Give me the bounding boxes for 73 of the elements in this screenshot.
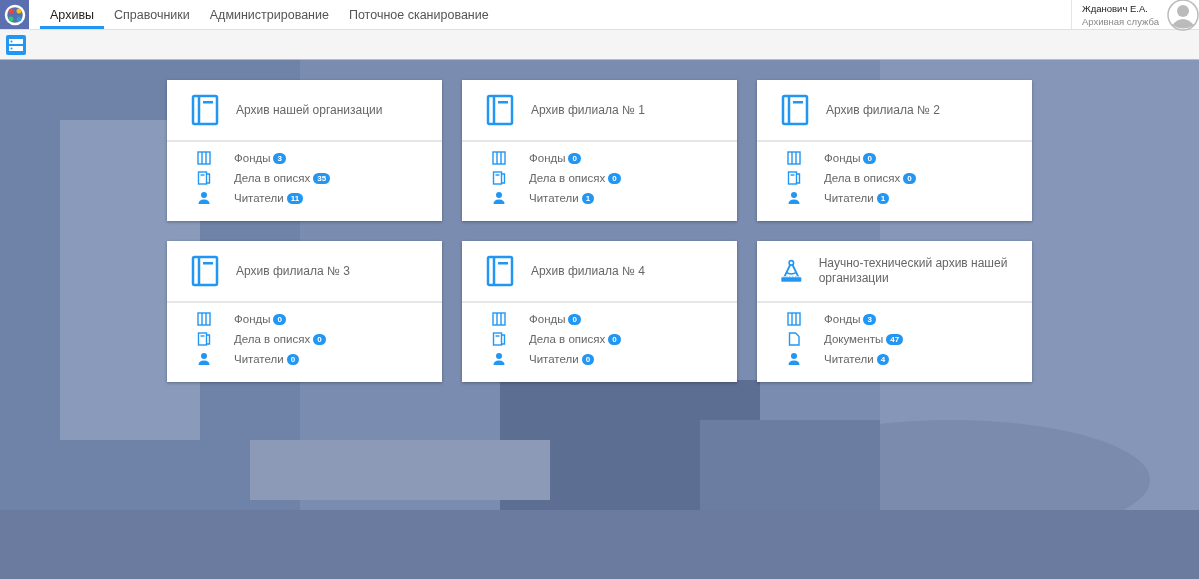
stat-label[interactable]: Дела в описях — [234, 172, 311, 184]
stat-label[interactable]: Фонды — [529, 313, 566, 325]
count-badge: 0 — [903, 172, 916, 184]
stat-label[interactable]: Читатели — [234, 192, 284, 204]
book-icon — [486, 255, 514, 287]
stat-label[interactable]: Читатели — [529, 353, 579, 365]
folder-icon — [197, 171, 211, 185]
book-icon — [486, 94, 514, 126]
shelves-icon — [492, 312, 506, 326]
shelves-icon — [492, 151, 506, 165]
count-badge: 4 — [876, 353, 890, 365]
person-icon — [787, 191, 801, 205]
stat-label[interactable]: Фонды — [529, 152, 566, 164]
count-badge: 0 — [608, 172, 621, 184]
person-icon — [787, 352, 801, 366]
server-view-button[interactable] — [6, 34, 26, 55]
folder-icon — [492, 171, 506, 185]
person-icon — [492, 352, 506, 366]
stat-label[interactable]: Документы — [824, 333, 884, 345]
count-badge: 0 — [608, 333, 621, 345]
book-icon — [191, 255, 219, 287]
count-badge: 0 — [286, 353, 300, 365]
stat-label[interactable]: Фонды — [234, 152, 271, 164]
count-badge: 47 — [886, 333, 904, 345]
user-name: Жданович Е.А. — [1081, 1, 1149, 15]
stat-label[interactable]: Читатели — [234, 353, 284, 365]
stat-label[interactable]: Дела в описях — [234, 333, 311, 345]
shelves-icon — [197, 312, 211, 326]
stat-label[interactable]: Фонды — [824, 313, 861, 325]
nav-tab[interactable]: Администрирование — [199, 3, 339, 29]
stat-label[interactable]: Читатели — [824, 353, 874, 365]
shelves-icon — [787, 312, 801, 326]
archive-title[interactable]: Архив филиала № 4 — [531, 263, 645, 279]
book-icon — [781, 94, 809, 126]
app-logo[interactable] — [0, 0, 29, 29]
document-icon — [787, 332, 801, 346]
count-badge: 35 — [313, 172, 331, 184]
count-badge: 3 — [863, 313, 876, 325]
count-badge: 0 — [581, 353, 595, 365]
stat-label[interactable]: Дела в описях — [529, 333, 606, 345]
person-icon — [492, 191, 506, 205]
stat-label[interactable]: Читатели — [529, 192, 579, 204]
person-icon — [197, 191, 211, 205]
stat-label[interactable]: Фонды — [824, 152, 861, 164]
person-icon — [197, 352, 211, 366]
count-badge: 11 — [286, 192, 304, 204]
shelves-icon — [197, 151, 211, 165]
avatar-icon[interactable] — [1167, 0, 1199, 31]
count-badge: 0 — [568, 313, 581, 325]
count-badge: 0 — [273, 313, 286, 325]
archive-title[interactable]: Научно-технический архив нашей организации — [818, 256, 1012, 286]
nav-tab[interactable]: Справочники — [104, 3, 200, 29]
nav-tab[interactable]: Поточное сканирование — [338, 3, 499, 29]
book-icon — [191, 94, 219, 126]
count-badge: 3 — [273, 152, 286, 164]
count-badge: 0 — [313, 333, 326, 345]
stat-label[interactable]: Читатели — [824, 192, 874, 204]
count-badge: 1 — [876, 192, 890, 204]
shelves-icon — [787, 151, 801, 165]
archive-title[interactable]: Архив нашей организации — [236, 102, 383, 118]
count-badge: 0 — [863, 152, 876, 164]
stat-label[interactable]: Фонды — [234, 313, 271, 325]
archive-title[interactable]: Архив филиала № 2 — [826, 102, 940, 118]
stat-label[interactable]: Дела в описях — [529, 172, 606, 184]
archive-title[interactable]: Архив филиала № 3 — [236, 263, 350, 279]
count-badge: 0 — [568, 152, 581, 164]
folder-icon — [492, 332, 506, 346]
user-role: Архивная служба — [1081, 14, 1159, 28]
archive-title[interactable]: Архив филиала № 1 — [531, 102, 645, 118]
folder-icon — [787, 171, 801, 185]
count-badge: 1 — [581, 192, 595, 204]
stat-label[interactable]: Дела в описях — [824, 172, 901, 184]
folder-icon — [197, 332, 211, 346]
